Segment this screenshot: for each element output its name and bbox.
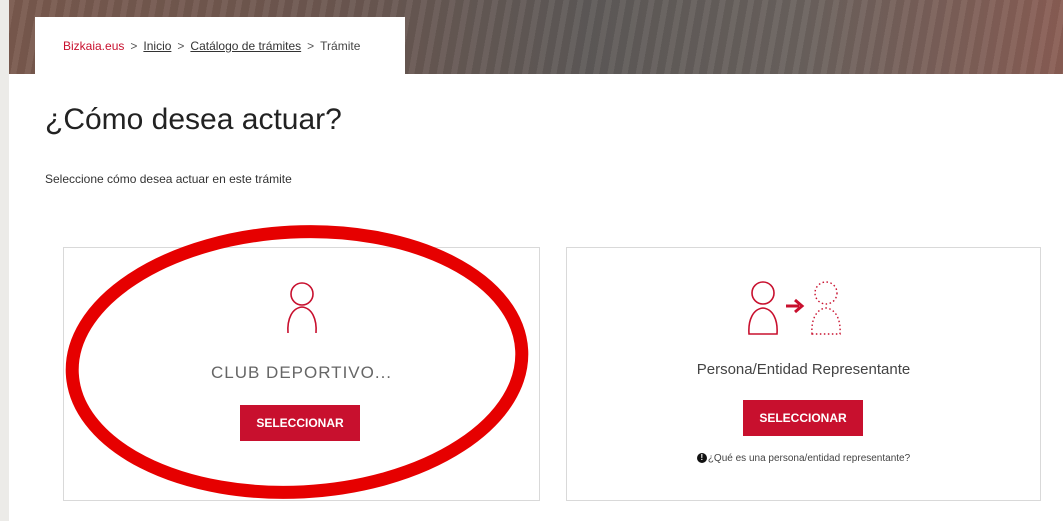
- option-card-club: CLUB DEPORTIVO... SELECCIONAR: [63, 247, 540, 501]
- person-icon: [287, 282, 317, 334]
- page-side-strip: [0, 0, 9, 521]
- breadcrumb-catalogo-link[interactable]: Catálogo de trámites: [190, 39, 301, 53]
- select-representative-button[interactable]: SELECCIONAR: [743, 400, 863, 436]
- page-title: ¿Cómo desea actuar?: [45, 103, 342, 136]
- option-label-representative: Persona/Entidad Representante: [696, 361, 911, 378]
- page-subtitle: Seleccione cómo desea actuar en este trá…: [45, 172, 292, 186]
- breadcrumb: Bizkaia.eus > Inicio > Catálogo de trámites >…: [63, 39, 360, 53]
- breadcrumb-container: Bizkaia.eus > Inicio > Catálogo de trámites >…: [35, 17, 405, 74]
- breadcrumb-inicio-link[interactable]: Inicio: [143, 39, 171, 53]
- breadcrumb-separator: >: [307, 39, 315, 53]
- representative-help-text: ¿Qué es una persona/entidad representant…: [707, 453, 911, 464]
- breadcrumb-current: Trámite: [320, 39, 361, 53]
- option-card-representative: Persona/Entidad Representante SELECCIONA…: [566, 247, 1041, 501]
- breadcrumb-separator: >: [130, 39, 138, 53]
- representative-icon: [748, 281, 841, 335]
- representative-help-link[interactable]: ! ¿Qué es una persona/entidad representan…: [567, 453, 1040, 464]
- option-label-club: CLUB DEPORTIVO...: [210, 363, 393, 382]
- breadcrumb-home-link[interactable]: Bizkaia.eus: [63, 39, 124, 53]
- select-club-button[interactable]: SELECCIONAR: [240, 405, 360, 441]
- info-icon: !: [696, 453, 707, 464]
- breadcrumb-separator: >: [177, 39, 185, 53]
